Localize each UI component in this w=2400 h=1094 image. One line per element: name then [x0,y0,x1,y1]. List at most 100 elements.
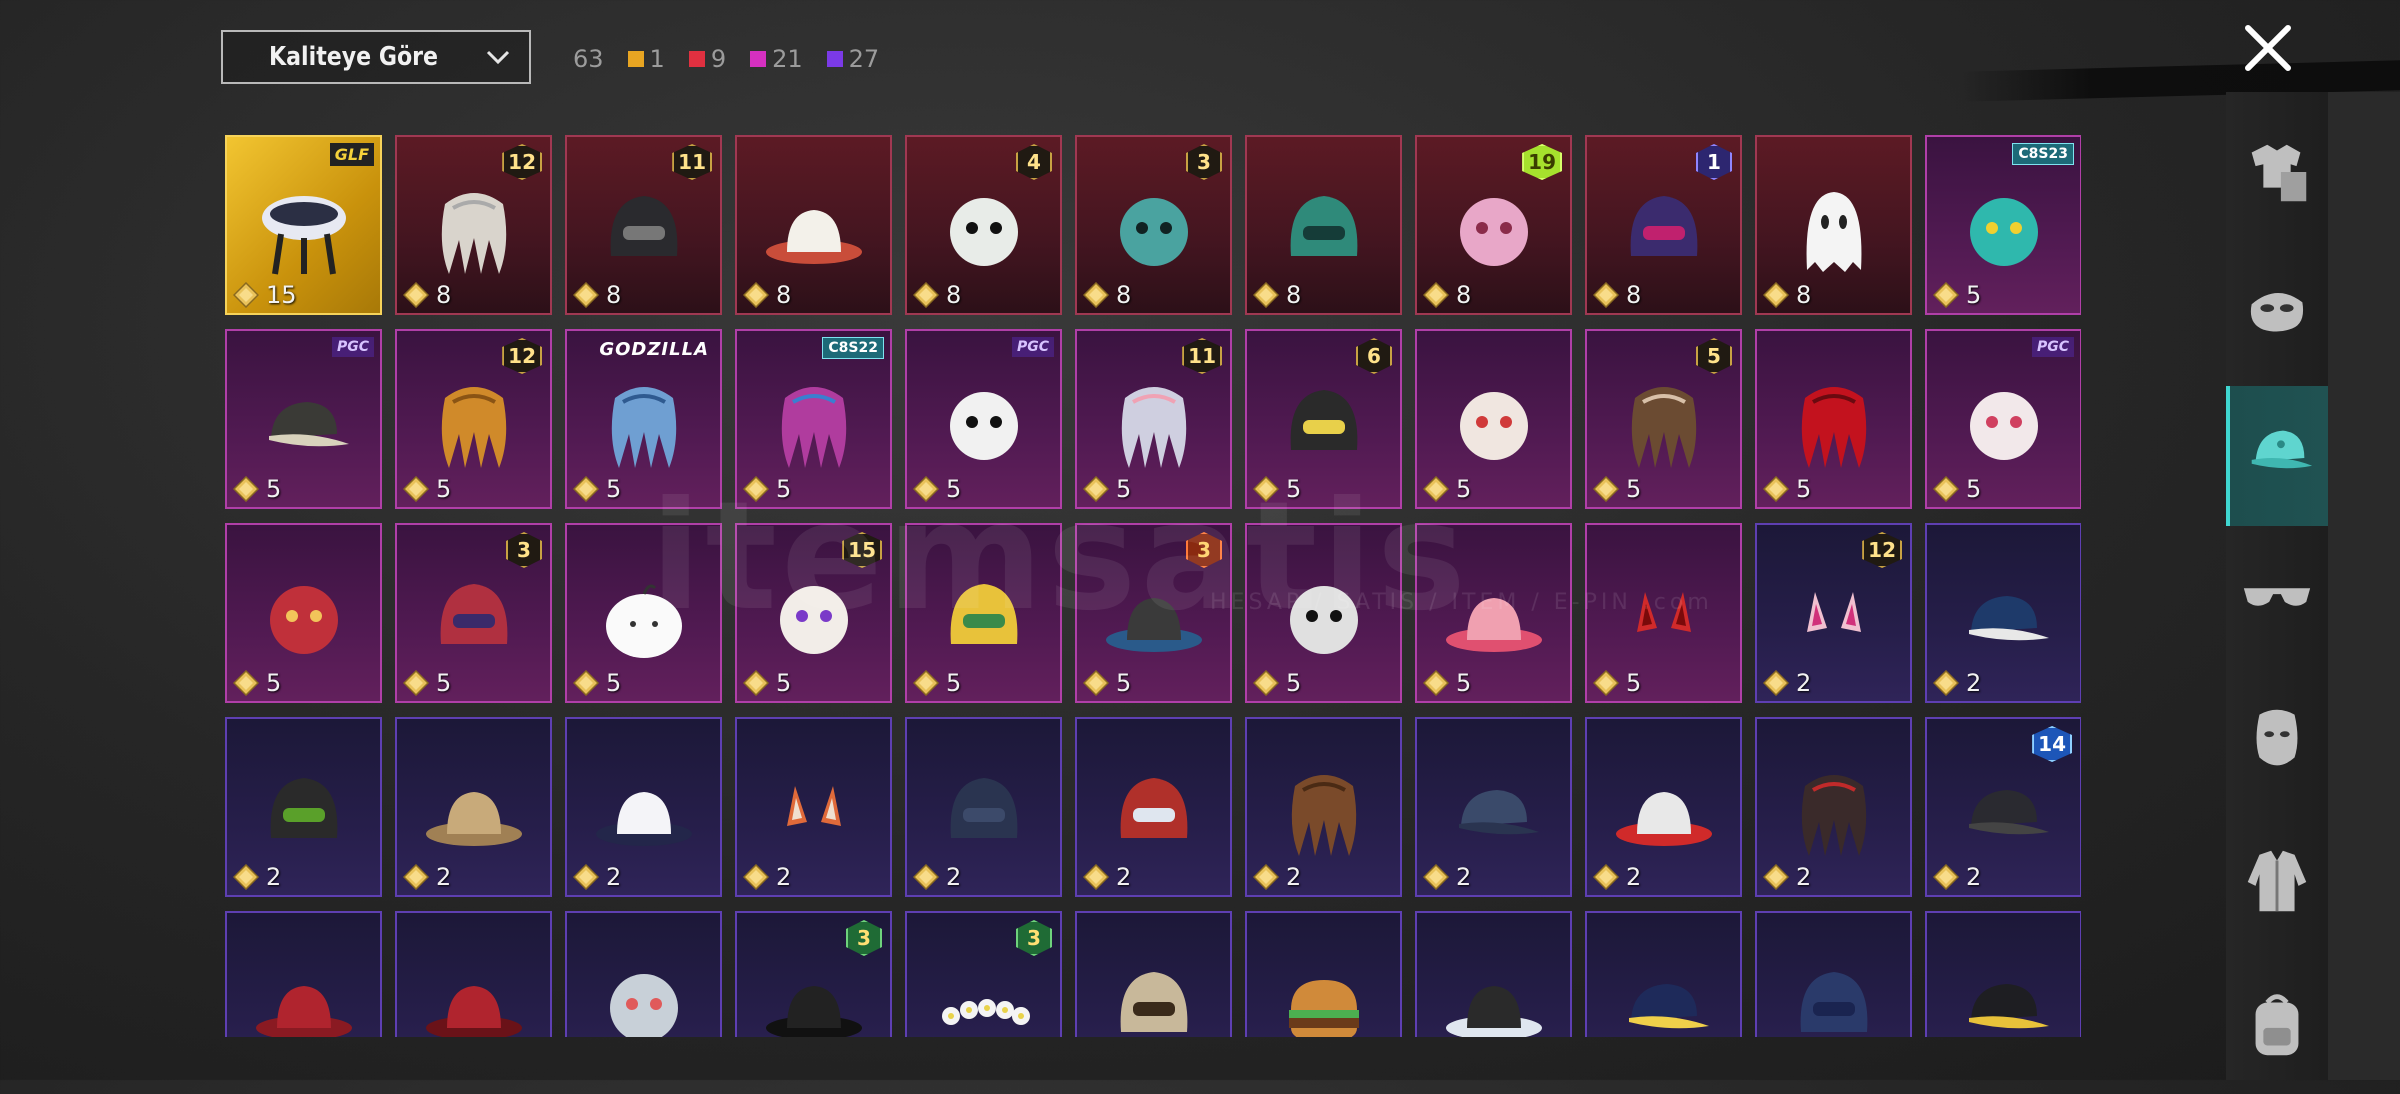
item-quantity: 8 [1083,281,1131,309]
inventory-item-card[interactable]: 53 [395,523,552,703]
inventory-item-card[interactable]: 5 GODZILLA [565,329,722,509]
inventory-item-card[interactable] [1075,911,1232,1037]
inventory-item-card[interactable] [1585,911,1742,1037]
count-value: 21 [772,45,803,73]
inventory-item-card[interactable] [395,911,552,1037]
sidebar-tab-backpack[interactable] [2226,954,2328,1094]
inventory-item-card[interactable]: 84 [905,135,1062,315]
inventory-item-card[interactable]: 2 [905,717,1062,897]
item-quantity-value: 5 [266,475,282,503]
head-mirror-item-image [1439,950,1549,1037]
currency-diamond-icon [1763,864,1789,890]
inventory-item-card[interactable] [1925,911,2081,1037]
count-value: 27 [848,45,880,73]
inventory-item-card[interactable]: 15 GLF [225,135,382,315]
inventory-item-card[interactable]: 8 [1245,135,1402,315]
sidebar-tab-headwear[interactable] [2226,386,2328,526]
inventory-item-card[interactable]: 81 [1585,135,1742,315]
inventory-item-card[interactable]: 5 C8S22 [735,329,892,509]
inventory-item-card[interactable] [1245,911,1402,1037]
inventory-item-card[interactable]: 2 [1415,717,1572,897]
collection-tag: PGC [1011,337,1054,357]
inventory-item-card[interactable]: 8 19 [1415,135,1572,315]
inventory-item-card[interactable]: 5 [565,523,722,703]
item-quantity: 5 [743,475,791,503]
red-hair-item-image [1779,368,1889,478]
flower-hair-item-image [1099,368,1209,478]
inventory-item-card[interactable]: 5 [1585,523,1742,703]
pink-demon-item-image [1439,174,1549,284]
dark-helmet-item-image [589,174,699,284]
navy-hat-item-image [1779,950,1889,1037]
inventory-item-card[interactable]: 2 [1075,717,1232,897]
close-icon [2245,25,2291,71]
inventory-item-card[interactable]: 2 [1925,523,2081,703]
inventory-item-card[interactable]: 2 [735,717,892,897]
inventory-item-card[interactable] [1415,911,1572,1037]
inventory-item-card[interactable]: 8 11 [565,135,722,315]
currency-diamond-icon [913,476,939,502]
inventory-item-card[interactable]: 5 [225,523,382,703]
inventory-item-card[interactable]: 5 PGC [225,329,382,509]
inventory-item-card[interactable]: 5 PGC [1925,329,2081,509]
item-quantity: 5 [913,475,961,503]
currency-diamond-icon [743,670,769,696]
inventory-item-card[interactable]: 2 [1755,717,1912,897]
inventory-item-card[interactable]: 5 15 [735,523,892,703]
inventory-item-card[interactable]: 5 11 [1075,329,1232,509]
purple-helmet-item-image [1609,174,1719,284]
snowman-tophat-item-image [929,174,1039,284]
count-value: 9 [710,45,727,73]
inventory-item-card[interactable]: 83 [1075,135,1232,315]
inventory-item-card[interactable]: 5 12 [395,329,552,509]
inventory-item-card[interactable]: 2 [565,717,722,897]
inventory-item-card[interactable]: 5 [1415,329,1572,509]
inventory-grid: 15 GLF 8 12 8 11 8 8 4 8 3 8 8 19 8 1 8 5 C8S23 5 PGC 5 12 5 GOD… [225,135,2081,1037]
sidebar-tab-jacket[interactable] [2226,812,2328,952]
item-quantity-value: 5 [1966,475,1982,503]
inventory-item-card[interactable]: 3 [905,911,1062,1037]
inventory-item-card[interactable]: 2 [225,717,382,897]
inventory-item-card[interactable]: 2 [1245,717,1402,897]
inventory-item-card[interactable]: 55 [1585,329,1742,509]
inventory-item-card[interactable]: 3 [735,911,892,1037]
sidebar-tab-eyewear[interactable] [2226,528,2328,668]
inventory-item-card[interactable]: 53 [1075,523,1232,703]
collection-tag: C8S23 [2012,143,2074,165]
cat-ears-item-image [759,756,869,866]
currency-diamond-icon [573,476,599,502]
inventory-item-card[interactable]: 8 12 [395,135,552,315]
inventory-item-card[interactable]: 5 [905,523,1062,703]
inventory-item-card[interactable]: 5 [1415,523,1572,703]
total-count: 63 [573,45,604,73]
inventory-item-card[interactable]: 2 [1585,717,1742,897]
inventory-item-card[interactable]: 5 [1245,523,1402,703]
item-quantity: 5 [403,475,451,503]
sun-hat-item-image [589,756,699,866]
inventory-item-card[interactable]: 2 12 [1755,523,1912,703]
currency-diamond-icon [1083,476,1109,502]
inventory-item-card[interactable] [1755,911,1912,1037]
sidebar-tab-face[interactable] [2226,670,2328,810]
count-mythic: 9 [688,45,727,73]
inventory-item-card[interactable] [225,911,382,1037]
sidebar-tab-mask[interactable] [2226,244,2328,384]
inventory-item-card[interactable] [565,911,722,1037]
horns-item-image [1609,562,1719,672]
inventory-item-card[interactable]: 2 14 [1925,717,2081,897]
ghost-item-image [1779,174,1889,284]
sort-dropdown[interactable]: Kaliteye Göre [221,30,531,84]
inventory-item-card[interactable]: 5 [1755,329,1912,509]
currency-diamond-icon [1083,864,1109,890]
item-quantity: 5 [1423,475,1471,503]
inventory-item-card[interactable]: 8 [735,135,892,315]
inventory-item-card[interactable]: 5 C8S23 [1925,135,2081,315]
inventory-item-card[interactable]: 2 [395,717,552,897]
inventory-item-card[interactable]: 5 PGC [905,329,1062,509]
inventory-item-card[interactable]: 8 [1755,135,1912,315]
sidebar-tab-outfit[interactable] [2226,102,2328,242]
close-button[interactable] [2238,18,2298,78]
item-quantity-value: 5 [606,475,622,503]
inventory-item-card[interactable]: 56 [1245,329,1402,509]
egg-chair-item-image [249,174,359,284]
